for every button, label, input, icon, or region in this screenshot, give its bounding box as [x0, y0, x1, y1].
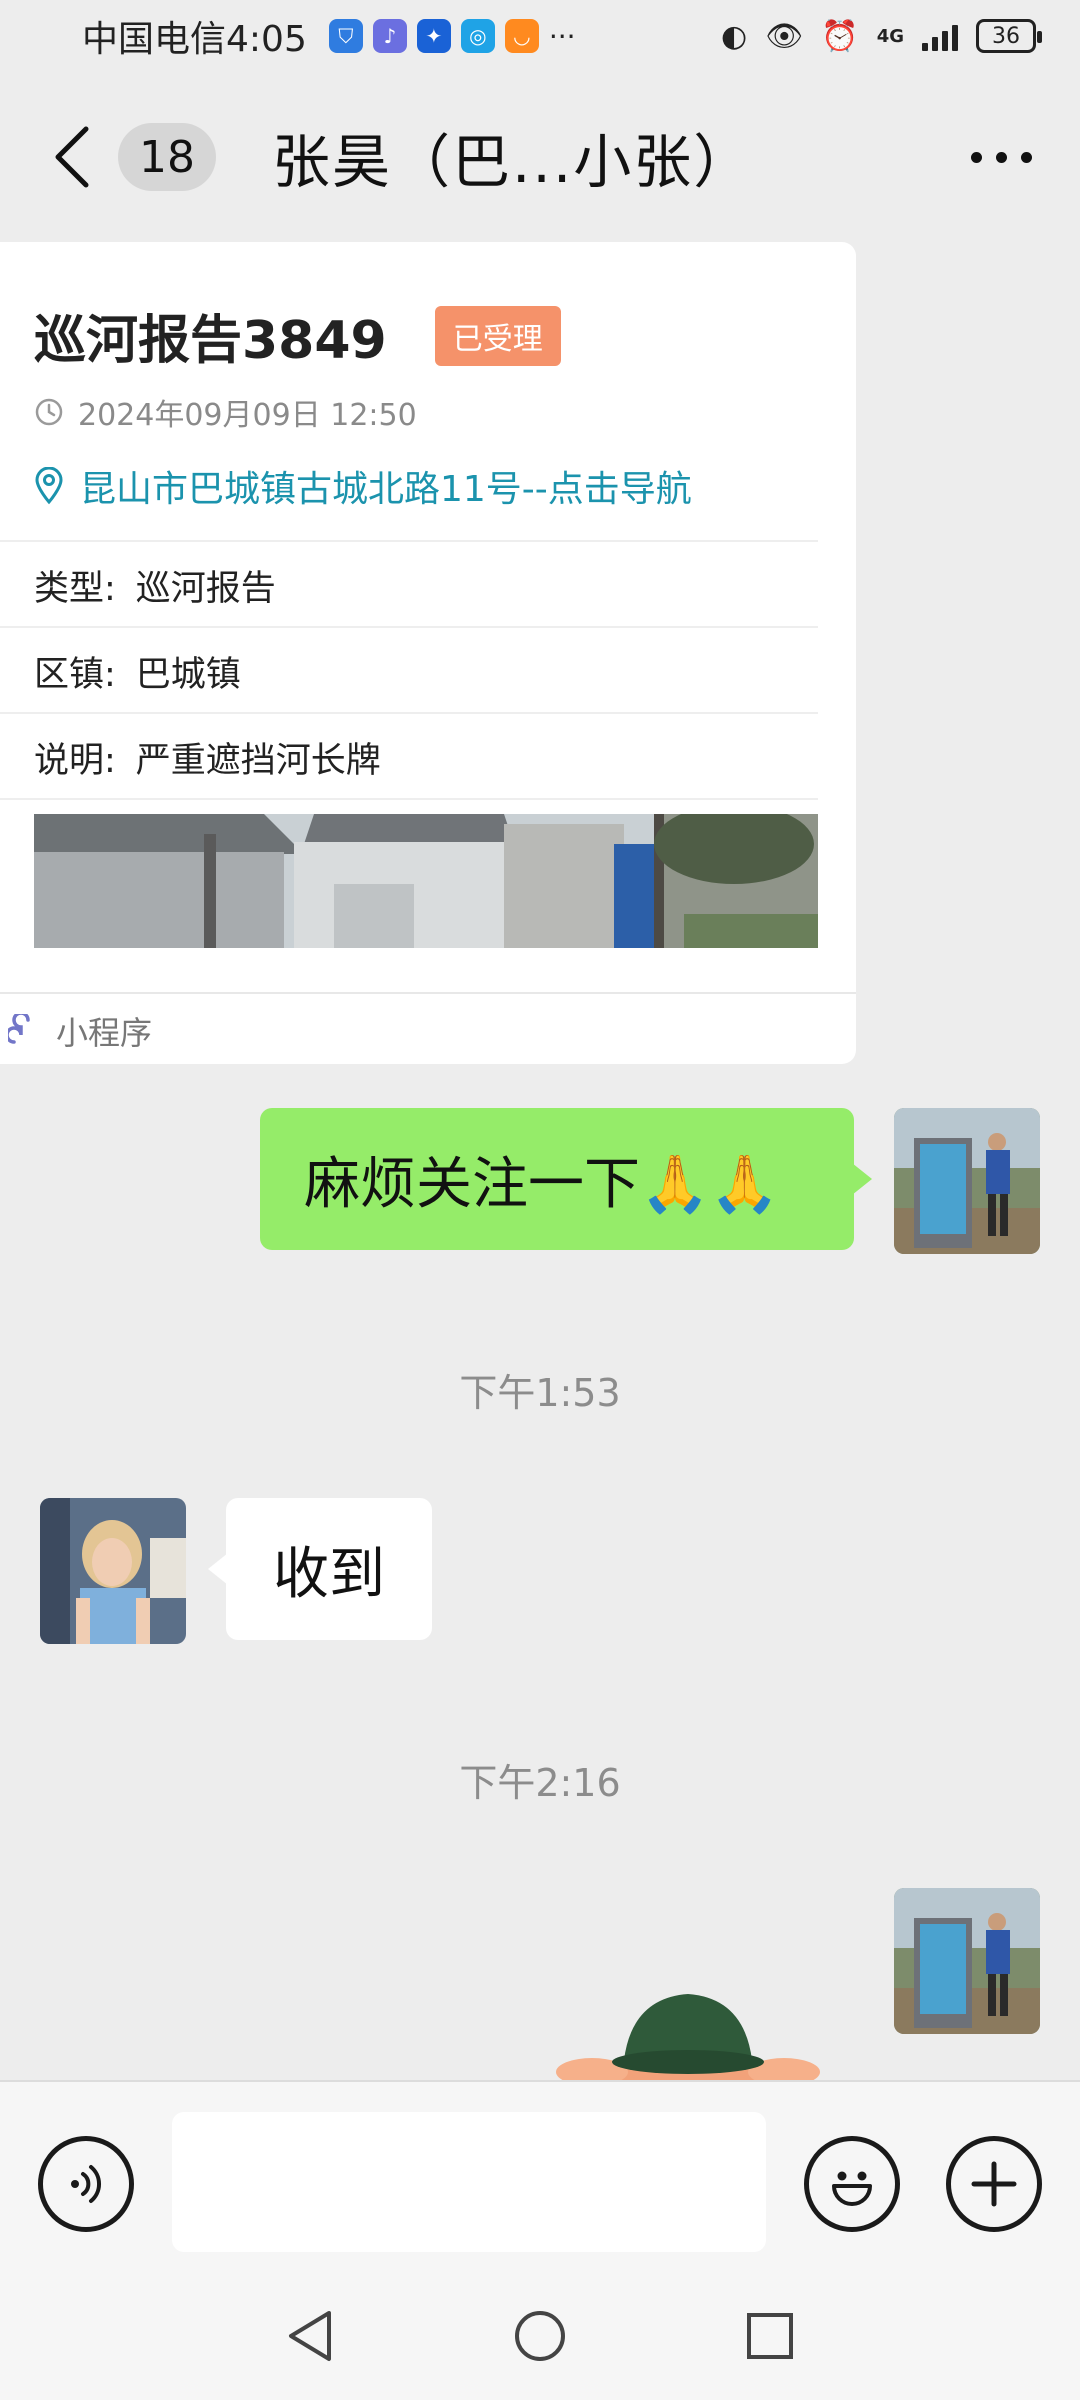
avatar-image: [894, 1888, 1040, 2034]
mini-program-icon: [8, 1014, 30, 1044]
status-bar: 中国电信4:05 ⛉ ♪ ✦ ◎ ◡ ··· ◐ 👁 ⏰ 4G 36: [0, 0, 1080, 72]
shield-app-icon: ⛉: [328, 19, 363, 53]
message-text: 麻烦关注一下🙏🙏: [304, 1151, 780, 1217]
notification-icons: ⛉ ♪ ✦ ◎ ◡ ···: [328, 19, 576, 53]
report-photo-image: [34, 814, 818, 948]
search-app-icon: ◎: [460, 19, 495, 53]
chevron-left-icon: [55, 126, 89, 188]
chat-title: 张昊（巴...小张）: [272, 128, 754, 196]
info-value: 严重遮挡河长牌: [135, 741, 381, 781]
report-title: 巡河报告3849: [34, 311, 387, 371]
voice-input-button[interactable]: [38, 2136, 134, 2232]
more-dot-icon: [1021, 151, 1032, 163]
received-message-bubble[interactable]: 收到: [208, 1498, 432, 1640]
message-timestamp: 下午2:16: [459, 1761, 621, 1805]
more-functions-button[interactable]: [946, 2136, 1042, 2232]
info-label: 类型:: [34, 569, 116, 609]
taobao-app-icon: ◡: [504, 19, 539, 53]
address-text: 昆山市巴城镇古城北路11号--点击导航: [80, 469, 692, 510]
mini-program-footer: 小程序: [8, 1008, 152, 1054]
divider: [0, 626, 818, 628]
voice-icon: [71, 2165, 102, 2203]
sent-message-bubble[interactable]: 麻烦关注一下🙏🙏: [260, 1108, 872, 1250]
unread-count-badge[interactable]: 18: [118, 123, 216, 191]
status-badge: 已受理: [434, 305, 561, 366]
mini-program-label: 小程序: [56, 1014, 153, 1052]
message-input[interactable]: [172, 2112, 766, 2252]
divider: [0, 992, 856, 994]
info-label: 说明:: [34, 741, 116, 781]
divider: [0, 712, 818, 714]
info-row-type: 类型: 巡河报告: [34, 560, 276, 611]
clock-icon: [35, 398, 63, 426]
info-row-description: 说明: 严重遮挡河长牌: [34, 732, 381, 783]
chat-header: 18 张昊（巴...小张）: [0, 82, 1080, 232]
system-home-button[interactable]: [510, 2306, 570, 2366]
system-back-button[interactable]: [280, 2306, 340, 2366]
divider: [0, 798, 818, 800]
report-photo[interactable]: [34, 814, 818, 948]
network-type-label: 4G: [876, 25, 904, 47]
navigation-link[interactable]: 昆山市巴城镇古城北路11号--点击导航: [34, 460, 692, 512]
avatar-image: [40, 1498, 186, 1644]
info-row-district: 区镇: 巴城镇: [34, 646, 241, 697]
sticker-message[interactable]: [552, 1990, 824, 2080]
system-navigation-bar: [0, 2270, 1080, 2400]
alarm-icon: ⏰: [821, 18, 859, 54]
report-time: 2024年09月09日 12:50: [34, 390, 417, 434]
message-timestamp: 下午1:53: [459, 1371, 621, 1415]
eye-care-icon: 👁: [765, 18, 804, 54]
mini-program-card[interactable]: 巡河报告3849 已受理 2024年09月09日 12:50 昆山市巴城镇古城北…: [0, 242, 856, 1064]
system-recents-button[interactable]: [740, 2306, 800, 2366]
smiley-icon: [832, 2171, 872, 2206]
message-text: 收到: [273, 1541, 385, 1607]
more-notifications-icon: ···: [548, 19, 576, 53]
sticker-image: [556, 1994, 820, 2080]
triangle-back-icon: [289, 2311, 331, 2361]
info-value: 巡河报告: [135, 569, 276, 609]
circle-home-icon: [515, 2311, 565, 2361]
emoji-button[interactable]: [804, 2136, 900, 2232]
bulb-app-icon: ✦: [416, 19, 451, 53]
back-button[interactable]: [52, 117, 108, 197]
hd-call-icon: ◐: [721, 18, 748, 54]
input-toolbar: [0, 2080, 1080, 2270]
report-datetime: 2024年09月09日 12:50: [78, 398, 417, 433]
location-pin-icon: [35, 467, 63, 505]
signal-icon: [922, 21, 958, 51]
info-label: 区镇:: [34, 655, 116, 695]
battery-icon: 36: [976, 19, 1042, 53]
more-dot-icon: [996, 151, 1007, 163]
more-dot-icon: [971, 151, 982, 163]
contact-avatar[interactable]: [40, 1498, 186, 1644]
avatar-image: [894, 1108, 1040, 1254]
music-app-icon: ♪: [372, 19, 407, 53]
more-options-button[interactable]: [963, 127, 1040, 187]
info-value: 巴城镇: [135, 655, 241, 695]
carrier-time: 中国电信4:05: [82, 19, 307, 60]
plus-icon: [971, 2161, 1017, 2207]
my-avatar[interactable]: [894, 1108, 1040, 1254]
my-avatar[interactable]: [894, 1888, 1040, 2034]
square-recents-icon: [747, 2313, 793, 2359]
divider: [0, 540, 818, 542]
